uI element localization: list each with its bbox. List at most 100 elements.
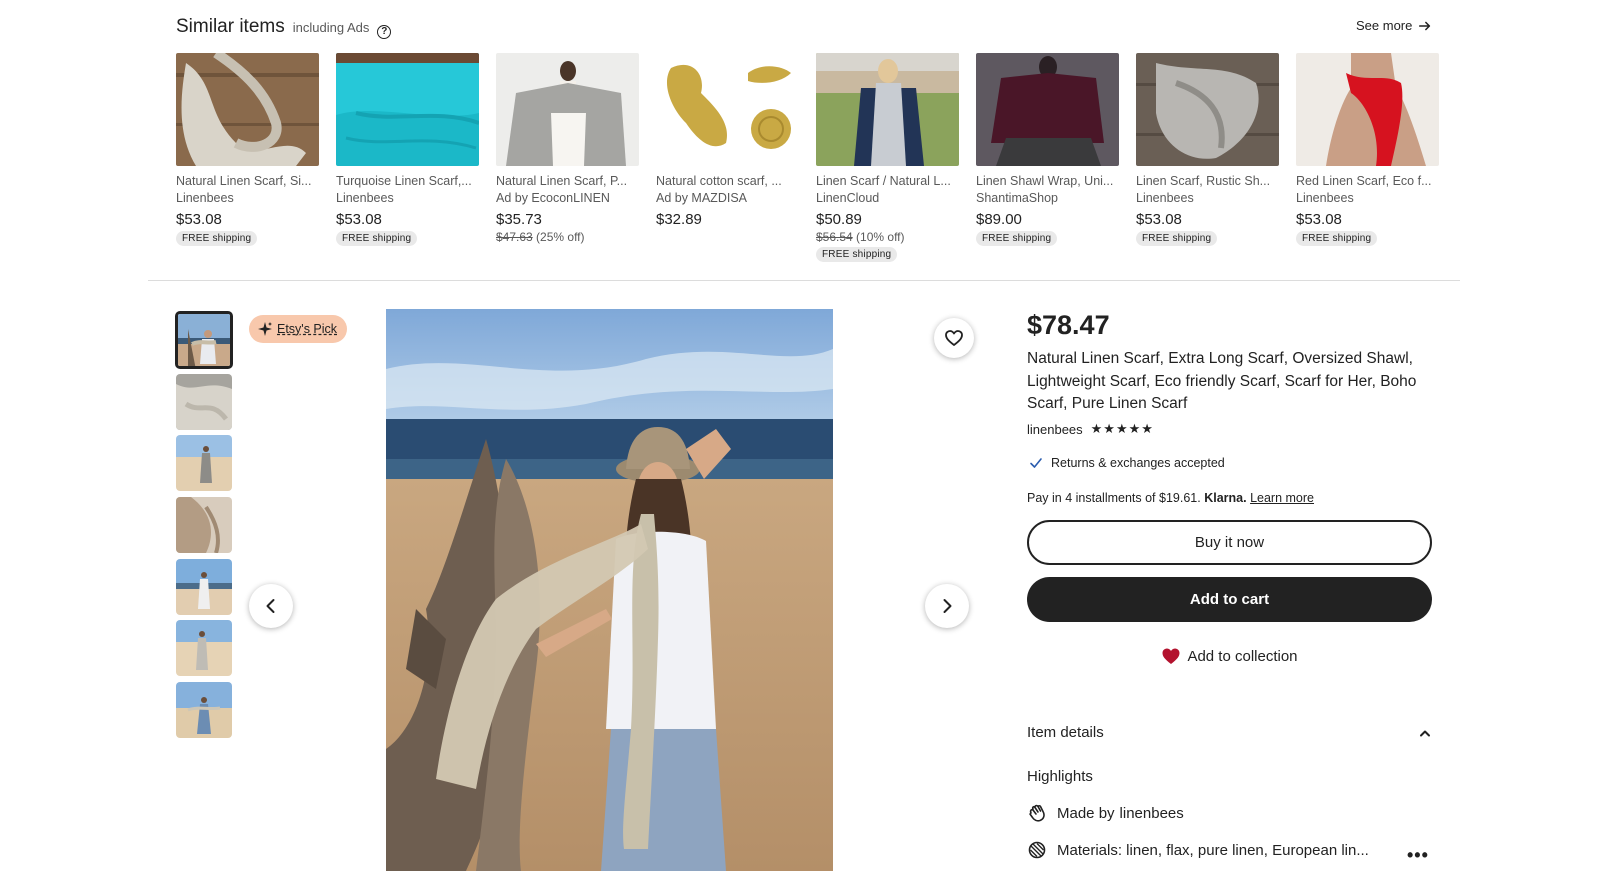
original-price: $56.54 bbox=[816, 230, 853, 244]
card-shop: Ad by MAZDISA bbox=[656, 191, 747, 205]
similar-item-card[interactable]: Natural Linen Scarf, Si... Linenbees $53… bbox=[176, 53, 319, 246]
card-title: Natural cotton scarf, ... bbox=[656, 174, 782, 188]
product-image bbox=[816, 53, 959, 166]
chevron-up-icon bbox=[1420, 730, 1430, 736]
product-image bbox=[1136, 53, 1279, 166]
yarn-icon bbox=[1028, 841, 1046, 859]
similar-item-card[interactable]: Natural cotton scarf, ... Ad by MAZDISA … bbox=[656, 53, 799, 228]
section-divider bbox=[148, 280, 1460, 281]
arrow-right-icon bbox=[1419, 21, 1431, 30]
card-title: Turquoise Linen Scarf,... bbox=[336, 174, 472, 188]
similar-item-card[interactable]: Linen Scarf / Natural L... LinenCloud $5… bbox=[816, 53, 959, 262]
free-shipping-badge: FREE shipping bbox=[176, 231, 258, 246]
product-image bbox=[976, 53, 1119, 166]
card-price: $53.08 bbox=[1296, 211, 1342, 228]
card-price: $35.73 bbox=[496, 211, 542, 228]
free-shipping-badge: FREE shipping bbox=[976, 231, 1058, 246]
discount: (10% off) bbox=[856, 230, 905, 244]
klarna-text: Pay in 4 installments of $19.61. bbox=[1027, 491, 1201, 505]
card-shop: LinenCloud bbox=[816, 191, 880, 205]
gallery-thumbnail[interactable] bbox=[176, 497, 232, 553]
product-image bbox=[1296, 53, 1439, 166]
item-details-toggle[interactable]: Item details bbox=[1027, 724, 1432, 741]
highlights-heading: Highlights bbox=[1027, 768, 1093, 785]
card-title: Linen Scarf / Natural L... bbox=[816, 174, 951, 188]
similar-items-subtitle: including Ads bbox=[292, 20, 370, 35]
product-image bbox=[176, 53, 319, 166]
gallery-thumbnail[interactable] bbox=[176, 682, 232, 738]
gallery-thumbnail[interactable] bbox=[175, 311, 233, 369]
main-product-photo[interactable] bbox=[386, 309, 833, 871]
next-image-button[interactable] bbox=[925, 584, 969, 628]
returns-label: Returns & exchanges accepted bbox=[1051, 456, 1225, 470]
card-title: Red Linen Scarf, Eco f... bbox=[1296, 174, 1432, 188]
chevron-left-icon bbox=[266, 599, 275, 613]
gallery-thumbnail[interactable] bbox=[176, 374, 232, 430]
gallery-thumbnail[interactable] bbox=[176, 435, 232, 491]
discount: (25% off) bbox=[536, 230, 585, 244]
free-shipping-badge: FREE shipping bbox=[1296, 231, 1378, 246]
similar-item-card[interactable]: Natural Linen Scarf, P... Ad by EcoconLI… bbox=[496, 53, 639, 244]
card-title: Natural Linen Scarf, P... bbox=[496, 174, 628, 188]
more-options-icon[interactable]: ••• bbox=[1407, 845, 1429, 866]
see-more-label: See more bbox=[1356, 18, 1413, 33]
gallery-thumbnail[interactable] bbox=[176, 559, 232, 615]
add-to-cart-button[interactable]: Add to cart bbox=[1027, 577, 1432, 622]
shop-name-link[interactable]: linenbees bbox=[1027, 422, 1083, 437]
card-shop: Linenbees bbox=[1136, 191, 1194, 205]
highlight-materials: Materials: linen, flax, pure linen, Euro… bbox=[1027, 840, 1369, 860]
free-shipping-badge: FREE shipping bbox=[1136, 231, 1218, 246]
similar-items-header: Similar items including Ads ? bbox=[176, 16, 392, 39]
product-image bbox=[496, 53, 639, 166]
similar-item-card[interactable]: Linen Shawl Wrap, Uni... ShantimaShop $8… bbox=[976, 53, 1119, 246]
add-to-collection-button[interactable]: Add to collection bbox=[1027, 634, 1432, 678]
heart-outline-icon bbox=[945, 330, 963, 346]
made-by-shop-link[interactable]: linenbees bbox=[1120, 805, 1184, 822]
etsys-pick-badge[interactable]: Etsy's Pick bbox=[249, 315, 348, 343]
card-price: $32.89 bbox=[656, 211, 702, 228]
heart-filled-icon bbox=[1162, 648, 1180, 664]
card-title: Linen Scarf, Rustic Sh... bbox=[1136, 174, 1271, 188]
buy-it-now-button[interactable]: Buy it now bbox=[1027, 520, 1432, 565]
card-shop: ShantimaShop bbox=[976, 191, 1059, 205]
similar-item-card[interactable]: Turquoise Linen Scarf,... Linenbees $53.… bbox=[336, 53, 479, 246]
shop-rating-row: linenbees ★★★★★ bbox=[1027, 421, 1154, 437]
original-price: $47.63 bbox=[496, 230, 533, 244]
hand-icon bbox=[1029, 804, 1045, 822]
free-shipping-badge: FREE shipping bbox=[816, 247, 898, 262]
card-shop: Ad by EcoconLINEN bbox=[496, 191, 610, 205]
card-shop: Linenbees bbox=[1296, 191, 1354, 205]
product-image bbox=[656, 53, 799, 166]
see-more-link[interactable]: See more bbox=[1356, 18, 1432, 33]
item-details-label: Item details bbox=[1027, 724, 1104, 741]
sparkle-icon bbox=[258, 322, 272, 336]
card-original-price: $56.54 (10% off) bbox=[816, 230, 959, 244]
favorite-button[interactable] bbox=[934, 318, 974, 358]
gallery-thumbnail[interactable] bbox=[176, 620, 232, 676]
check-icon bbox=[1030, 458, 1042, 468]
card-original-price: $47.63 (25% off) bbox=[496, 230, 639, 244]
klarna-logo: Klarna. bbox=[1204, 491, 1247, 505]
card-price: $53.08 bbox=[1136, 211, 1182, 228]
card-price: $89.00 bbox=[976, 211, 1022, 228]
card-title: Linen Shawl Wrap, Uni... bbox=[976, 174, 1114, 188]
klarna-learn-more-link[interactable]: Learn more bbox=[1250, 491, 1314, 505]
klarna-installments: Pay in 4 installments of $19.61. Klarna.… bbox=[1027, 491, 1314, 505]
question-circle-icon[interactable]: ? bbox=[377, 25, 392, 39]
previous-image-button[interactable] bbox=[249, 584, 293, 628]
similar-items-title: Similar items bbox=[176, 16, 285, 37]
listing-price: $78.47 bbox=[1027, 310, 1110, 340]
etsys-pick-label: Etsy's Pick bbox=[277, 322, 338, 336]
listing-title: Natural Linen Scarf, Extra Long Scarf, O… bbox=[1027, 350, 1417, 412]
similar-item-card[interactable]: Red Linen Scarf, Eco f... Linenbees $53.… bbox=[1296, 53, 1439, 246]
similar-item-card[interactable]: Linen Scarf, Rustic Sh... Linenbees $53.… bbox=[1136, 53, 1279, 246]
card-price: $53.08 bbox=[176, 211, 222, 228]
made-by-prefix: Made by bbox=[1057, 804, 1115, 822]
card-shop: Linenbees bbox=[336, 191, 394, 205]
star-rating[interactable]: ★★★★★ bbox=[1091, 421, 1154, 437]
card-title: Natural Linen Scarf, Si... bbox=[176, 174, 312, 188]
materials-text: Materials: linen, flax, pure linen, Euro… bbox=[1057, 841, 1369, 859]
card-price: $53.08 bbox=[336, 211, 382, 228]
returns-policy: Returns & exchanges accepted bbox=[1029, 456, 1225, 470]
free-shipping-badge: FREE shipping bbox=[336, 231, 418, 246]
